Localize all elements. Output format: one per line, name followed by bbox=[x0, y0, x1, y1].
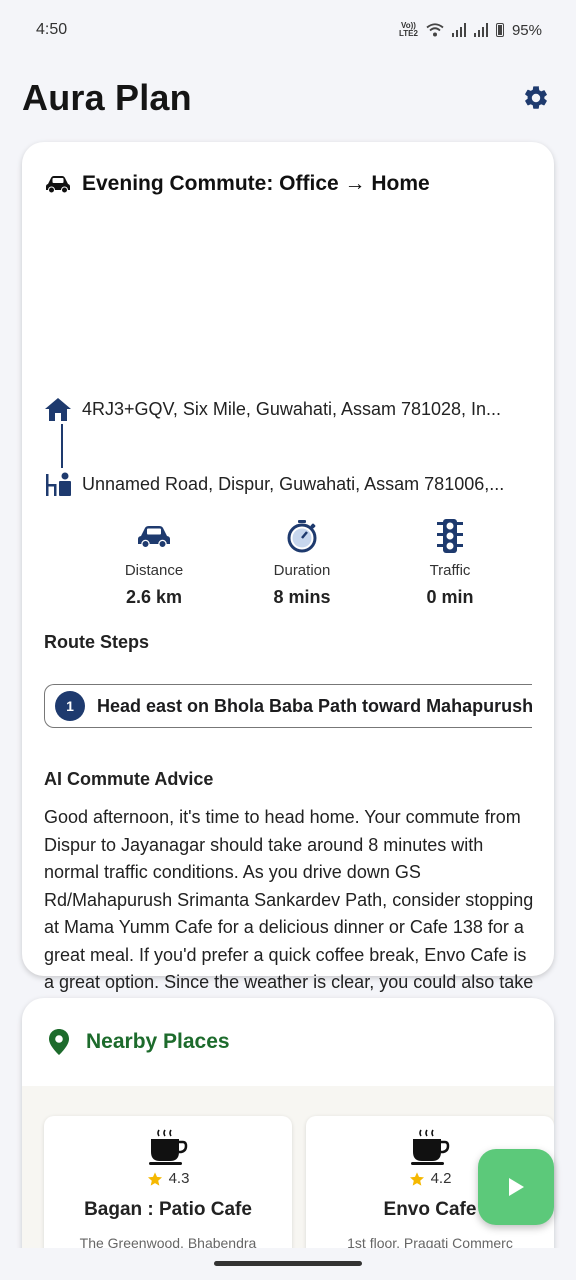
nearby-places-card: Nearby Places 4.3 Bagan : Patio Cafe The… bbox=[22, 998, 554, 1280]
home-icon bbox=[45, 398, 71, 421]
location-pin-icon bbox=[49, 1029, 69, 1055]
stat-label: Distance bbox=[124, 562, 184, 579]
commute-card: Evening Commute: Office → Home 4RJ3+GQV,… bbox=[22, 142, 554, 1075]
place-name: Envo Cafe bbox=[383, 1199, 477, 1220]
route-steps-heading: Route Steps bbox=[44, 632, 150, 652]
place-rating-value: 4.2 bbox=[430, 1170, 452, 1187]
stat-value: 8 mins bbox=[273, 587, 331, 607]
nearby-places-header: Nearby Places bbox=[48, 1028, 230, 1056]
destination-address: Unnamed Road, Dispur, Guwahati, Assam 78… bbox=[82, 473, 505, 494]
coffee-cup-icon bbox=[149, 1129, 188, 1165]
place-rating-value: 4.3 bbox=[168, 1170, 190, 1187]
origin-address: 4RJ3+GQV, Six Mile, Guwahati, Assam 7810… bbox=[82, 398, 502, 419]
signal-icon-1 bbox=[451, 23, 466, 37]
step-text: Head east on Bhola Baba Path toward Maha… bbox=[97, 695, 532, 716]
nearby-places-title: Nearby Places bbox=[86, 1030, 230, 1053]
play-fab-button[interactable] bbox=[478, 1149, 554, 1225]
step-number: 1 bbox=[55, 691, 85, 721]
stopwatch-icon bbox=[287, 520, 317, 553]
stat-duration: Duration 8 mins bbox=[240, 516, 364, 608]
star-icon bbox=[409, 1171, 424, 1186]
wifi-icon bbox=[426, 23, 444, 37]
coffee-cup-icon bbox=[411, 1129, 450, 1165]
stat-value: 2.6 km bbox=[125, 587, 183, 607]
office-desk-icon bbox=[46, 472, 71, 496]
commute-stats: Distance 2.6 km Duration 8 mins Traffic … bbox=[92, 516, 512, 608]
place-name: Bagan : Patio Cafe bbox=[84, 1199, 252, 1220]
app-header: Aura Plan bbox=[0, 60, 576, 136]
route-connector bbox=[61, 424, 63, 468]
stat-traffic: Traffic 0 min bbox=[388, 516, 512, 608]
stat-label: Traffic bbox=[429, 562, 471, 579]
status-bar: 4:50 Vo)) LTE2 95% bbox=[0, 0, 576, 60]
traffic-light-icon bbox=[437, 519, 463, 553]
car-icon bbox=[46, 176, 70, 194]
signal-icon-2 bbox=[473, 23, 488, 37]
ai-advice-heading: AI Commute Advice bbox=[44, 769, 214, 789]
place-rating: 4.2 bbox=[409, 1170, 452, 1187]
stat-value: 0 min bbox=[426, 587, 474, 607]
gesture-nav-handle[interactable] bbox=[214, 1261, 362, 1266]
star-icon bbox=[147, 1171, 162, 1186]
commute-title-row: Evening Commute: Office → Home bbox=[44, 172, 430, 196]
route-step[interactable]: 1 Head east on Bhola Baba Path toward Ma… bbox=[44, 684, 532, 728]
battery-percent: 95% bbox=[511, 21, 542, 39]
car-icon bbox=[138, 526, 170, 549]
origin-row: 4RJ3+GQV, Six Mile, Guwahati, Assam 7810… bbox=[44, 396, 536, 422]
stat-label: Duration bbox=[273, 562, 331, 579]
status-time: 4:50 bbox=[36, 21, 68, 38]
destination-row: Unnamed Road, Dispur, Guwahati, Assam 78… bbox=[44, 470, 536, 498]
commute-title: Evening Commute: Office → Home bbox=[82, 172, 430, 195]
battery-icon bbox=[495, 23, 504, 37]
settings-button[interactable] bbox=[520, 82, 552, 114]
status-icons: Vo)) LTE2 95% bbox=[399, 22, 542, 39]
volte-icon: Vo)) LTE2 bbox=[399, 21, 418, 38]
play-icon bbox=[509, 1178, 524, 1196]
app-title: Aura Plan bbox=[22, 77, 192, 118]
place-rating: 4.3 bbox=[147, 1170, 190, 1187]
gear-icon bbox=[525, 86, 547, 109]
stat-distance: Distance 2.6 km bbox=[92, 516, 216, 608]
